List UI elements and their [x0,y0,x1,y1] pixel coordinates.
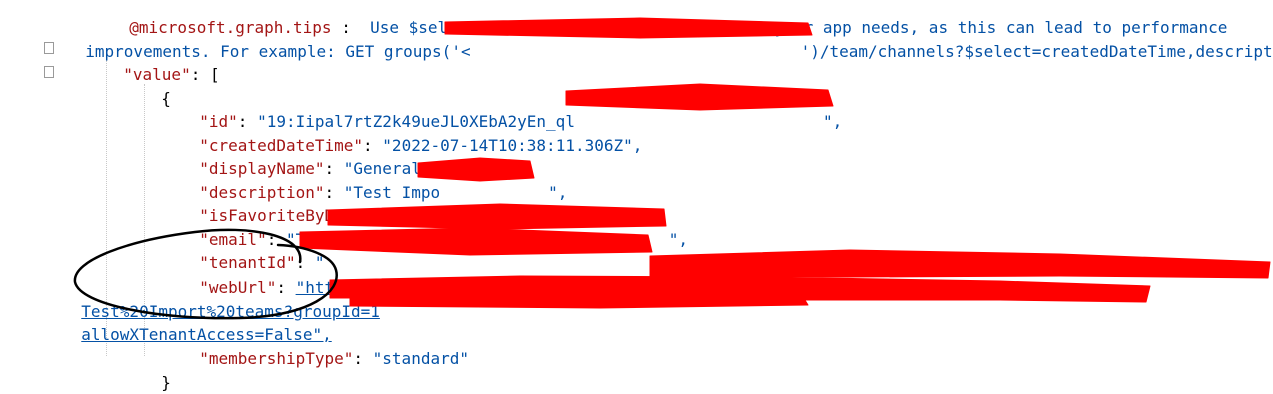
code-line-displayName: "displayName": "General", [199,159,441,178]
close-brace: } [161,373,171,392]
membershipType-value: "standard" [372,349,469,368]
fold-toggle-object[interactable] [44,66,54,78]
fold-toggle-value[interactable] [44,42,54,54]
code-line-tips-continued: improvements. For example: GET groups('<… [66,17,1272,61]
code-line-email: "email": "TestI ", [199,230,689,249]
description-value-tail: ", [548,183,568,202]
code-line-id: "id": "19:Iipal7rtZ2k49ueJL0XEbA2yEn_ql "… [199,112,843,131]
code-line-tips: @microsoft.graph.tips : Use $select to c… [110,0,1227,37]
code-line-close-brace: } [142,348,171,392]
open-brace: { [161,89,171,108]
code-line-tenantId: "tenantId": " ", [199,253,692,272]
code-line-createdDateTime: "createdDateTime": "2022-07-14T10:38:11.… [199,136,643,155]
code-line-webUrl: "webUrl": "https://teams.microsoft.com/l… [199,278,845,297]
open-bracket: [ [209,65,220,84]
code-line-membershipType: "membershipType": "standard" [199,349,469,368]
code-line-webUrl-wrap-2: allowXTenantAccess=False", [62,300,331,344]
tips-text-continued-b: ')/team/channels?$select=createdDateTime… [800,42,1273,61]
code-line-isFavoriteByDefault: "isFavoriteByDefault": null, [199,206,469,225]
editor-gutter [0,0,62,356]
membershipType-key: "membershipType" [199,349,354,368]
code-line-value: "value": [ [123,65,220,84]
code-line-description: "description": "Test Impo ", [199,183,568,202]
code-line-open-brace: { [142,64,171,108]
code-line-webUrl-wrap-1: Test%20Import%20teams?groupId=1 [62,277,380,321]
id-value-tail: ", [822,112,843,131]
